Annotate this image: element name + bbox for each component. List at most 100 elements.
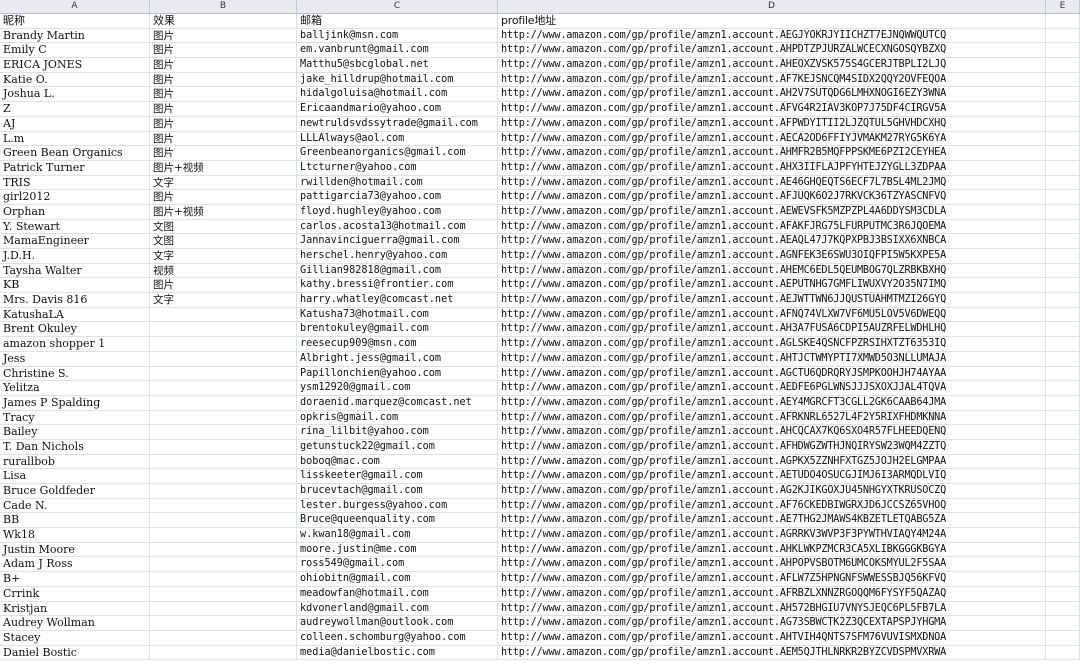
- effect-cell[interactable]: [150, 630, 297, 646]
- name-cell[interactable]: Wk18: [0, 528, 150, 543]
- profile-cell[interactable]: http://www.amazon.com/gp/profile/amzn1.a…: [498, 72, 1046, 88]
- profile-cell[interactable]: http://www.amazon.com/gp/profile/amzn1.a…: [498, 28, 1046, 44]
- name-cell[interactable]: rurallbob: [0, 454, 150, 470]
- column-header-a[interactable]: A: [0, 0, 150, 13]
- profile-cell[interactable]: http://www.amazon.com/gp/profile/amzn1.a…: [498, 263, 1046, 279]
- profile-cell[interactable]: http://www.amazon.com/gp/profile/amzn1.a…: [498, 131, 1046, 147]
- empty-cell[interactable]: [1046, 337, 1080, 352]
- profile-cell[interactable]: http://www.amazon.com/gp/profile/amzn1.a…: [498, 513, 1046, 529]
- effect-cell[interactable]: [150, 337, 297, 352]
- email-cell[interactable]: getunstuck22@gmail.com: [297, 439, 498, 455]
- column-header-b[interactable]: B: [150, 0, 297, 13]
- name-cell[interactable]: Audrey Wollman: [0, 616, 150, 631]
- effect-cell[interactable]: [150, 366, 297, 382]
- email-cell[interactable]: balljink@msn.com: [297, 28, 498, 44]
- email-cell[interactable]: ross549@gmail.com: [297, 557, 498, 573]
- name-cell[interactable]: Taysha Walter: [0, 263, 150, 279]
- empty-cell[interactable]: [1046, 263, 1080, 279]
- name-cell[interactable]: Patrick Turner: [0, 160, 150, 176]
- name-cell[interactable]: Kristjan: [0, 601, 150, 617]
- empty-cell[interactable]: [1046, 542, 1080, 558]
- effect-cell[interactable]: 图片: [150, 131, 297, 147]
- name-cell[interactable]: J.D.H.: [0, 249, 150, 264]
- empty-cell[interactable]: [1046, 249, 1080, 264]
- effect-cell[interactable]: [150, 645, 297, 661]
- email-cell[interactable]: LLLAlways@aol.com: [297, 131, 498, 147]
- empty-cell[interactable]: [1046, 572, 1080, 587]
- profile-cell[interactable]: http://www.amazon.com/gp/profile/amzn1.a…: [498, 366, 1046, 382]
- email-cell[interactable]: brucevtach@gmail.com: [297, 484, 498, 499]
- effect-cell[interactable]: 图片: [150, 28, 297, 44]
- empty-cell[interactable]: [1046, 146, 1080, 161]
- empty-cell[interactable]: [1046, 484, 1080, 499]
- effect-cell[interactable]: 图片: [150, 87, 297, 103]
- effect-cell[interactable]: 图片: [150, 43, 297, 59]
- profile-cell[interactable]: http://www.amazon.com/gp/profile/amzn1.a…: [498, 116, 1046, 132]
- email-cell[interactable]: w.kwan18@gmail.com: [297, 528, 498, 543]
- header-cell-profile[interactable]: profile地址: [498, 14, 1046, 29]
- profile-cell[interactable]: http://www.amazon.com/gp/profile/amzn1.a…: [498, 175, 1046, 191]
- name-cell[interactable]: Jess: [0, 351, 150, 367]
- name-cell[interactable]: Orphan: [0, 204, 150, 220]
- email-cell[interactable]: boboq@mac.com: [297, 454, 498, 470]
- empty-cell[interactable]: [1046, 425, 1080, 440]
- name-cell[interactable]: T. Dan Nichols: [0, 439, 150, 455]
- name-cell[interactable]: Bailey: [0, 425, 150, 440]
- profile-cell[interactable]: http://www.amazon.com/gp/profile/amzn1.a…: [498, 204, 1046, 220]
- effect-cell[interactable]: 图片+视频: [150, 204, 297, 220]
- empty-cell[interactable]: [1046, 219, 1080, 235]
- name-cell[interactable]: KB: [0, 278, 150, 294]
- effect-cell[interactable]: 文字: [150, 293, 297, 308]
- name-cell[interactable]: Katie O.: [0, 72, 150, 88]
- email-cell[interactable]: hidalgoluisa@hotmail.com: [297, 87, 498, 103]
- name-cell[interactable]: Lisa: [0, 469, 150, 484]
- profile-cell[interactable]: http://www.amazon.com/gp/profile/amzn1.a…: [498, 498, 1046, 514]
- empty-cell[interactable]: [1046, 381, 1080, 396]
- profile-cell[interactable]: http://www.amazon.com/gp/profile/amzn1.a…: [498, 557, 1046, 573]
- effect-cell[interactable]: [150, 528, 297, 543]
- name-cell[interactable]: Stacey: [0, 630, 150, 646]
- empty-cell[interactable]: [1046, 601, 1080, 617]
- email-cell[interactable]: herschel.henry@yahoo.com: [297, 249, 498, 264]
- profile-cell[interactable]: http://www.amazon.com/gp/profile/amzn1.a…: [498, 586, 1046, 602]
- name-cell[interactable]: Brent Okuley: [0, 322, 150, 338]
- profile-cell[interactable]: http://www.amazon.com/gp/profile/amzn1.a…: [498, 322, 1046, 338]
- effect-cell[interactable]: [150, 484, 297, 499]
- email-cell[interactable]: rwillden@hotmail.com: [297, 175, 498, 191]
- email-cell[interactable]: brentokuley@gmail.com: [297, 322, 498, 338]
- email-cell[interactable]: Gillian982818@gmail.com: [297, 263, 498, 279]
- effect-cell[interactable]: [150, 307, 297, 323]
- effect-cell[interactable]: 视频: [150, 263, 297, 279]
- profile-cell[interactable]: http://www.amazon.com/gp/profile/amzn1.a…: [498, 58, 1046, 73]
- effect-cell[interactable]: [150, 513, 297, 529]
- empty-cell[interactable]: [1046, 439, 1080, 455]
- email-cell[interactable]: Greenbeanorganics@gmail.com: [297, 146, 498, 161]
- empty-cell[interactable]: [1046, 630, 1080, 646]
- empty-cell[interactable]: [1046, 190, 1080, 205]
- effect-cell[interactable]: 图片+视频: [150, 160, 297, 176]
- profile-cell[interactable]: http://www.amazon.com/gp/profile/amzn1.a…: [498, 542, 1046, 558]
- effect-cell[interactable]: [150, 572, 297, 587]
- empty-cell[interactable]: [1046, 366, 1080, 382]
- profile-cell[interactable]: http://www.amazon.com/gp/profile/amzn1.a…: [498, 425, 1046, 440]
- empty-cell[interactable]: [1046, 28, 1080, 44]
- name-cell[interactable]: Christine S.: [0, 366, 150, 382]
- empty-cell[interactable]: [1046, 557, 1080, 573]
- profile-cell[interactable]: http://www.amazon.com/gp/profile/amzn1.a…: [498, 454, 1046, 470]
- column-header-e[interactable]: E: [1046, 0, 1080, 13]
- effect-cell[interactable]: [150, 616, 297, 631]
- name-cell[interactable]: B+: [0, 572, 150, 587]
- email-cell[interactable]: Bruce@queenquality.com: [297, 513, 498, 529]
- empty-cell[interactable]: [1046, 204, 1080, 220]
- email-cell[interactable]: moore.justin@me.com: [297, 542, 498, 558]
- effect-cell[interactable]: 文图: [150, 234, 297, 249]
- profile-cell[interactable]: http://www.amazon.com/gp/profile/amzn1.a…: [498, 146, 1046, 161]
- email-cell[interactable]: Albright.jess@gmail.com: [297, 351, 498, 367]
- empty-cell[interactable]: [1046, 58, 1080, 73]
- profile-cell[interactable]: http://www.amazon.com/gp/profile/amzn1.a…: [498, 87, 1046, 103]
- profile-cell[interactable]: http://www.amazon.com/gp/profile/amzn1.a…: [498, 102, 1046, 117]
- email-cell[interactable]: reesecup909@msn.com: [297, 337, 498, 352]
- profile-cell[interactable]: http://www.amazon.com/gp/profile/amzn1.a…: [498, 601, 1046, 617]
- effect-cell[interactable]: [150, 557, 297, 573]
- effect-cell[interactable]: [150, 395, 297, 411]
